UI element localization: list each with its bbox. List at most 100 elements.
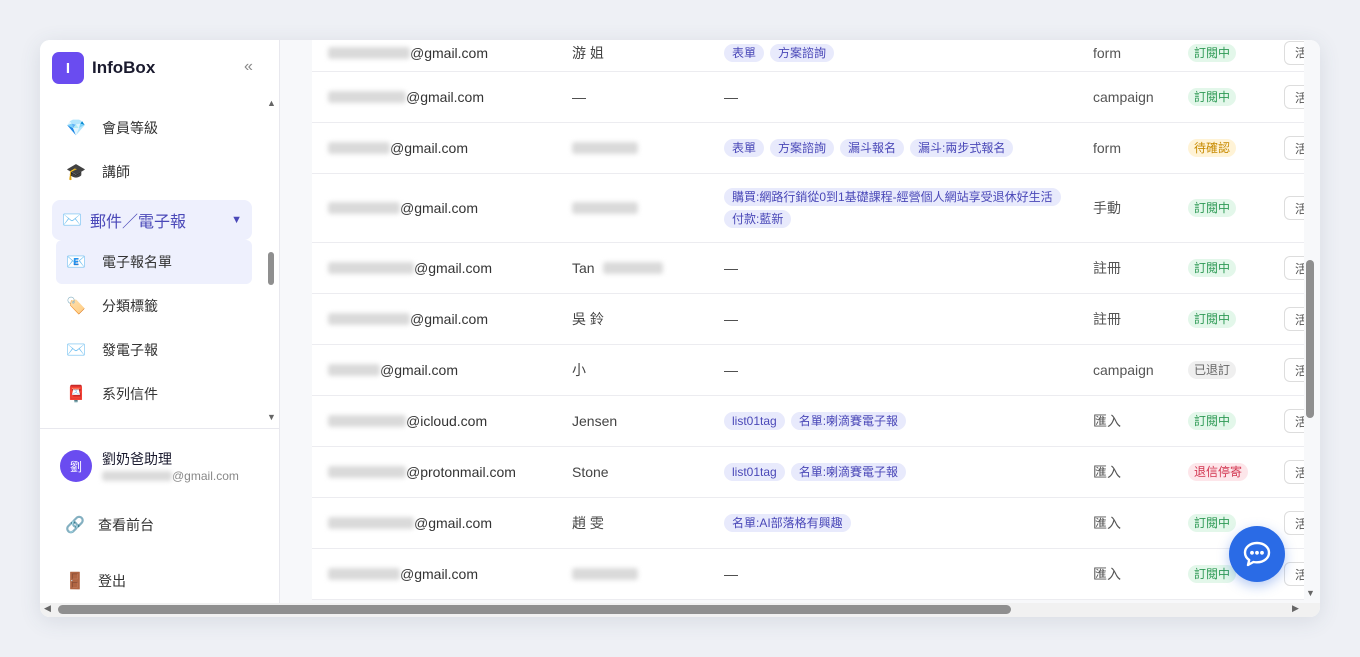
sidebar-item-send-newsletter[interactable]: ✉️ 發電子報 [64, 336, 158, 364]
sidebar-group-mail[interactable]: ✉️ 郵件／電子報 ▼ [52, 200, 252, 240]
table-row[interactable]: @gmail.com 小 — campaign 已退訂 活 [312, 345, 1304, 396]
sidebar-item-series-mail[interactable]: 📮 系列信件 [64, 380, 158, 408]
redacted-text [328, 142, 390, 154]
redacted-text [328, 517, 414, 529]
row-action-button[interactable]: 活 [1284, 409, 1304, 433]
source-cell: campaign [1093, 89, 1154, 105]
status-badge: 訂閱中 [1188, 199, 1237, 217]
email-domain: @gmail.com [414, 515, 493, 531]
tags-cell: — [724, 345, 1074, 395]
name-cell [572, 549, 638, 599]
table-row[interactable]: @protonmail.com Stone list01tag 名單:喇滴賽電子報 匯入… [312, 447, 1304, 498]
sidebar-item-label: 講師 [102, 164, 130, 180]
row-action-button[interactable]: 活 [1284, 511, 1304, 535]
row-action-button[interactable]: 活 [1284, 358, 1304, 382]
action-cell: 活 [1284, 174, 1304, 242]
tag-badge[interactable]: 方案諮詢 [770, 139, 835, 157]
nav-scroll-up-arrow[interactable]: ▲ [267, 98, 276, 108]
row-action-button[interactable]: 活 [1284, 562, 1304, 586]
name-text: 吳 鈴 [572, 311, 604, 327]
user-profile[interactable]: 劉 劉奶爸助理 @gmail.com [60, 450, 239, 484]
tag-badge[interactable]: 購買:網路行銷從0到1基礎課程-經營個人網站享受退休好生活 [724, 188, 1061, 206]
source-cell: form [1093, 44, 1121, 61]
chevron-down-icon: ▼ [231, 214, 242, 226]
action-cell: 活 [1284, 294, 1304, 344]
table-row[interactable]: @gmail.com Tan — 註冊 訂閱中 活 [312, 243, 1304, 294]
tag-badge[interactable]: 付款:藍新 [724, 210, 792, 228]
email-icon: 📧 [66, 254, 86, 271]
table-row[interactable]: @gmail.com 趙 雯 名單:AI部落格有興趣 匯入 訂閱中 活 [312, 498, 1304, 549]
empty-dash: — [724, 566, 738, 582]
chat-button[interactable] [1229, 526, 1285, 582]
brand[interactable]: I InfoBox [52, 52, 155, 84]
brand-name: InfoBox [92, 58, 156, 77]
action-cell: 活 [1284, 447, 1304, 497]
status-badge: 訂閱中 [1188, 259, 1237, 277]
sidebar-item-label: 電子報名單 [102, 254, 172, 270]
vertical-scrollbar-thumb[interactable] [1306, 260, 1314, 418]
source-cell: 匯入 [1093, 413, 1121, 429]
action-cell: 活 [1284, 345, 1304, 395]
source-cell: 匯入 [1093, 566, 1121, 582]
sidebar-item-membership-level[interactable]: 💎 會員等級 [64, 114, 158, 142]
tag-badge[interactable]: 表單 [724, 43, 765, 62]
name-cell: Tan [572, 243, 663, 293]
nav-scroll-down-arrow[interactable]: ▼ [267, 412, 276, 422]
nav-scrollbar-thumb[interactable] [268, 252, 274, 285]
source-cell: 註冊 [1093, 260, 1121, 276]
row-action-button[interactable]: 活 [1284, 40, 1304, 65]
status-cell: 退信停寄 [1188, 447, 1249, 497]
row-action-button[interactable]: 活 [1284, 196, 1304, 220]
scroll-right-arrow[interactable]: ▶ [1292, 603, 1299, 614]
table-row[interactable]: @gmail.com 表單 方案諮詢 漏斗報名 漏斗:兩步式報名 form 待確認 活 [312, 123, 1304, 174]
status-cell: 待確認 [1188, 123, 1237, 173]
footer-link-label: 登出 [98, 573, 126, 589]
row-action-button[interactable]: 活 [1284, 136, 1304, 160]
sidebar-item-instructors[interactable]: 🎓 講師 [64, 158, 130, 186]
app-window: I InfoBox « ▲ ▼ 💎 會員等級 🎓 講師 ✉️ 郵件／電子報 ▼ … [40, 40, 1320, 617]
horizontal-scrollbar-thumb[interactable] [58, 605, 1011, 614]
row-action-button[interactable]: 活 [1284, 307, 1304, 331]
email-cell: @gmail.com [328, 498, 492, 548]
name-cell: 吳 鈴 [572, 294, 604, 344]
table-row[interactable]: @gmail.com — — campaign 訂閱中 活 [312, 72, 1304, 123]
row-action-button[interactable]: 活 [1284, 85, 1304, 109]
table-row[interactable]: @gmail.com 購買:網路行銷從0到1基礎課程-經營個人網站享受退休好生活付… [312, 174, 1304, 243]
sidebar-item-label: 分類標籤 [102, 298, 158, 314]
table-row[interactable]: @gmail.com 吳 鈴 — 註冊 訂閱中 活 [312, 294, 1304, 345]
tag-badge[interactable]: list01tag [724, 463, 785, 481]
status-cell: 訂閱中 [1188, 243, 1237, 293]
tag-badge[interactable]: list01tag [724, 412, 785, 430]
source-cell: 註冊 [1093, 311, 1121, 327]
status-cell: 訂閱中 [1188, 72, 1237, 122]
tag-badge[interactable]: 名單:喇滴賽電子報 [790, 412, 907, 430]
tag-badge[interactable]: 表單 [724, 139, 765, 157]
tag-badge[interactable]: 名單:喇滴賽電子報 [790, 463, 907, 481]
tag-badge[interactable]: 漏斗:兩步式報名 [910, 139, 1014, 157]
table-row[interactable]: @gmail.com 游 姐 表單 方案諮詢 form 訂閱中 活 [312, 40, 1304, 72]
status-badge: 退信停寄 [1188, 463, 1249, 481]
empty-dash: — [724, 362, 738, 378]
redacted-text [572, 202, 638, 214]
row-action-button[interactable]: 活 [1284, 460, 1304, 484]
scroll-left-arrow[interactable]: ◀ [44, 603, 51, 614]
vertical-scroll-down-arrow[interactable]: ▼ [1306, 588, 1315, 598]
tag-badge[interactable]: 漏斗報名 [840, 139, 905, 157]
status-cell: 訂閱中 [1188, 396, 1237, 446]
sidebar-item-newsletter-list[interactable]: 📧 電子報名單 [64, 248, 172, 276]
view-frontend-link[interactable]: 🔗 查看前台 [64, 513, 154, 537]
row-action-button[interactable]: 活 [1284, 256, 1304, 280]
sidebar-item-tags[interactable]: 🏷️ 分類標籤 [64, 292, 158, 320]
tag-badge[interactable]: 名單:AI部落格有興趣 [724, 514, 851, 532]
brand-logo: I [52, 52, 84, 84]
tags-cell: 購買:網路行銷從0到1基礎課程-經營個人網站享受退休好生活 付款:藍新 [724, 174, 1074, 242]
logout-link[interactable]: 🚪 登出 [64, 569, 126, 593]
name-text: Stone [572, 464, 609, 480]
table-row[interactable]: @icloud.com Jensen list01tag 名單:喇滴賽電子報 匯入 訂閱中… [312, 396, 1304, 447]
collapse-sidebar-button[interactable]: « [244, 58, 253, 76]
table-row[interactable]: @gmail.com — 匯入 訂閱中 活 [312, 549, 1304, 600]
tag-badge[interactable]: 方案諮詢 [770, 43, 835, 62]
name-text: Tan [572, 260, 595, 276]
email-cell: @gmail.com [328, 243, 492, 293]
email-domain: @icloud.com [406, 413, 488, 429]
